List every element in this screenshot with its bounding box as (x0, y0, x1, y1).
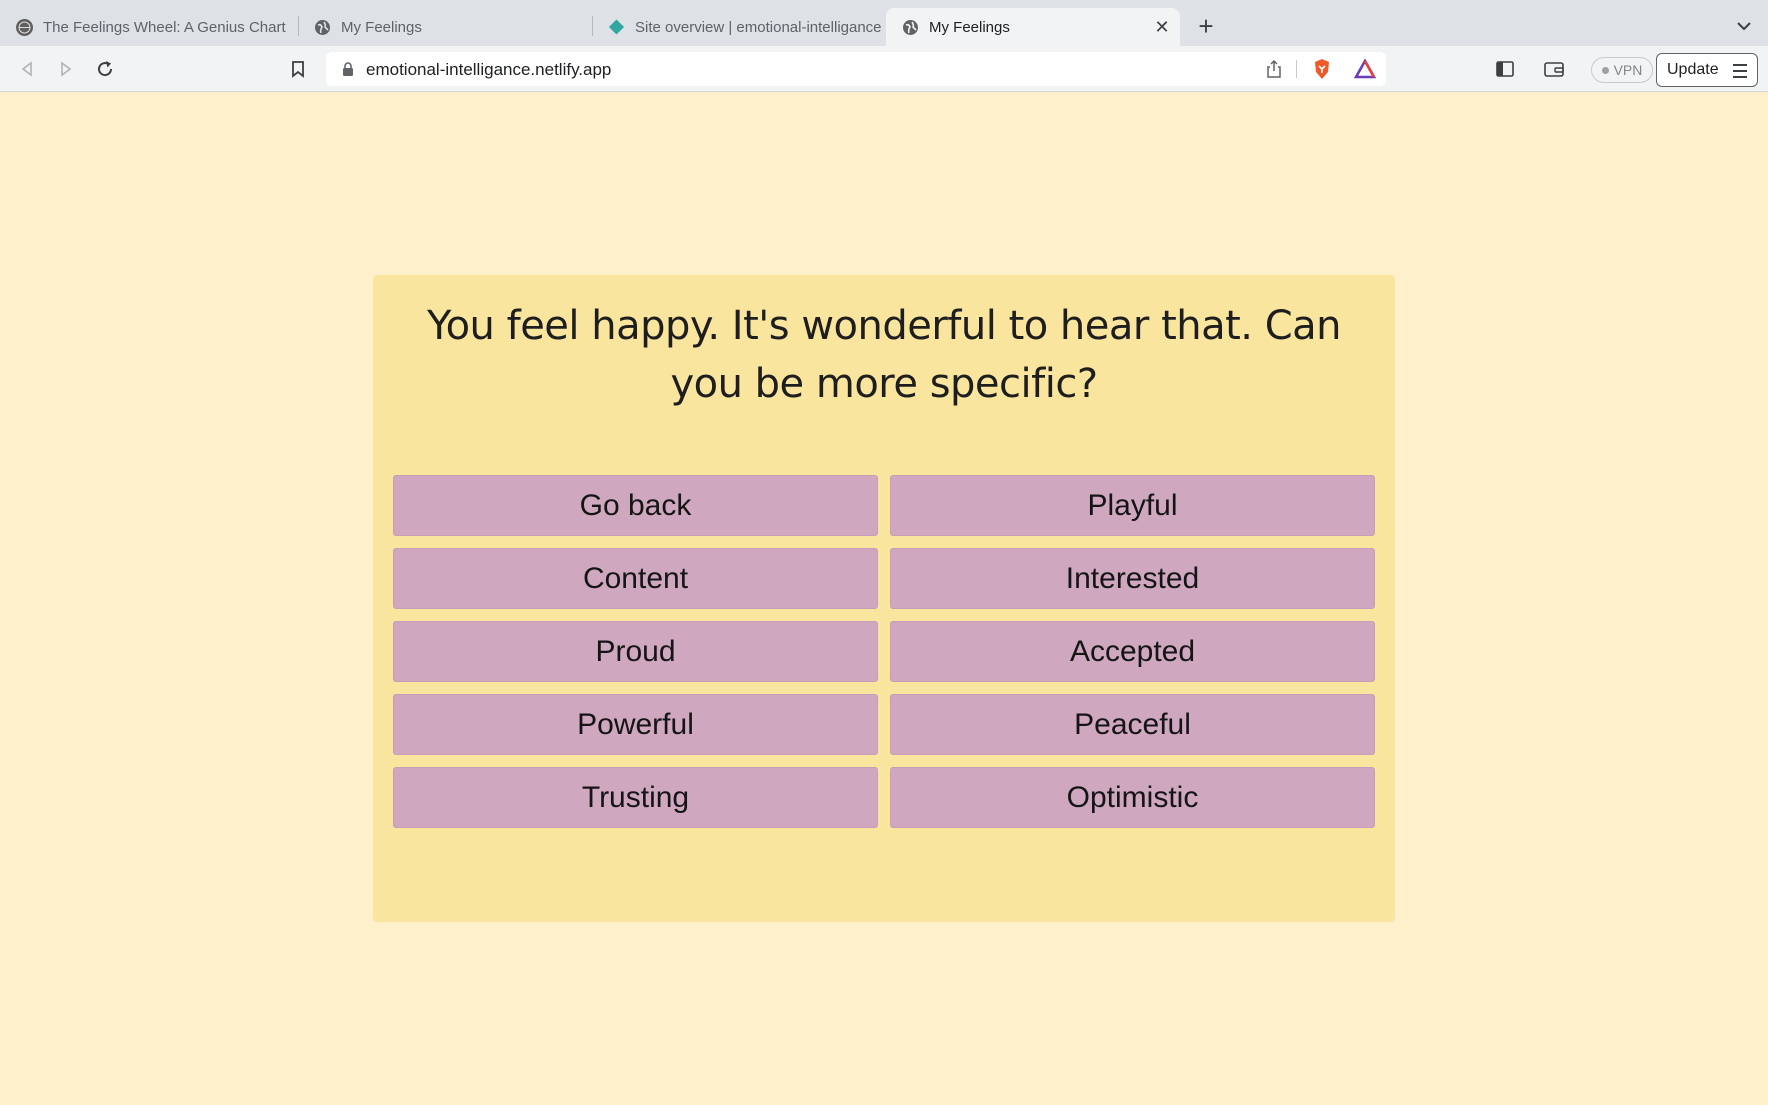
vpn-label: VPN (1613, 62, 1643, 78)
hamburger-menu-icon (1733, 64, 1747, 82)
divider (1296, 60, 1297, 78)
netlify-diamond-icon (608, 19, 625, 36)
new-tab-icon[interactable]: + (1193, 13, 1219, 39)
feeling-option-button[interactable]: Interested (890, 548, 1375, 609)
tab-strip: The Feelings Wheel: A Genius Chart My Fe… (0, 0, 1768, 46)
wallet-icon[interactable] (1541, 56, 1567, 82)
feeling-option-button[interactable]: Optimistic (890, 767, 1375, 828)
bookmark-icon[interactable] (285, 56, 311, 82)
lock-icon (342, 62, 354, 82)
globe-icon (902, 19, 919, 36)
browser-toolbar: emotional-intelligance.netlify.app VPN U… (0, 46, 1768, 92)
feelings-card: You feel happy. It's wonderful to hear t… (373, 275, 1395, 922)
tab-title: My Feelings (341, 18, 422, 36)
update-label: Update (1667, 61, 1719, 78)
question-heading: You feel happy. It's wonderful to hear t… (426, 303, 1342, 407)
sidebar-toggle-icon[interactable] (1492, 56, 1518, 82)
brave-shield-icon[interactable] (1312, 58, 1332, 85)
site-globe-dark-icon (16, 18, 33, 36)
feeling-option-button[interactable]: Accepted (890, 621, 1375, 682)
tab-feelings-wheel[interactable]: The Feelings Wheel: A Genius Chart (0, 8, 298, 46)
share-icon[interactable] (1266, 59, 1282, 84)
vpn-status-icon (1601, 66, 1609, 74)
back-icon[interactable] (14, 56, 40, 82)
close-tab-icon[interactable]: ✕ (1150, 17, 1174, 38)
options-grid: Go back Playful Content Interested Proud… (393, 475, 1375, 828)
feeling-option-button[interactable]: Peaceful (890, 694, 1375, 755)
address-bar[interactable]: emotional-intelligance.netlify.app (326, 52, 1386, 86)
brave-rewards-icon[interactable] (1353, 58, 1377, 84)
tab-title: My Feelings (929, 18, 1010, 36)
feeling-option-button[interactable]: Content (393, 548, 878, 609)
tab-title: The Feelings Wheel: A Genius Chart (43, 18, 286, 36)
reload-icon[interactable] (92, 56, 118, 82)
chevron-down-icon[interactable] (1732, 14, 1756, 38)
feeling-option-button[interactable]: Playful (890, 475, 1375, 536)
tab-netlify-site-overview[interactable]: Site overview | emotional-intelligance (592, 8, 885, 46)
vpn-button[interactable]: VPN (1591, 57, 1653, 83)
tab-title: Site overview | emotional-intelligance (635, 18, 882, 36)
update-button[interactable]: Update (1656, 53, 1758, 87)
feeling-option-button[interactable]: Proud (393, 621, 878, 682)
tab-my-feelings[interactable]: My Feelings (298, 8, 592, 46)
globe-icon (314, 19, 331, 36)
feeling-option-button[interactable]: Trusting (393, 767, 878, 828)
go-back-button[interactable]: Go back (393, 475, 878, 536)
feeling-option-button[interactable]: Powerful (393, 694, 878, 755)
tab-my-feelings-active[interactable]: My Feelings ✕ (886, 8, 1180, 46)
forward-icon[interactable] (53, 56, 79, 82)
url-text: emotional-intelligance.netlify.app (366, 60, 612, 79)
